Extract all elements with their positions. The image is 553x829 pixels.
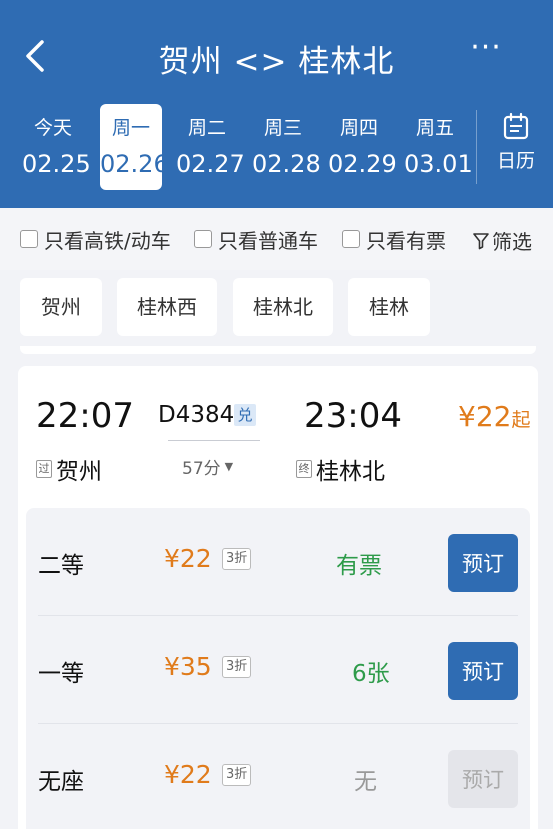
date-value: 02.28 — [252, 150, 321, 178]
filter-button[interactable]: 筛选 — [473, 226, 532, 255]
seat-class: 二等 — [38, 553, 84, 579]
terminal-tag: 终 — [296, 460, 312, 478]
discount-badge: 3折 — [222, 764, 252, 786]
duration-toggle[interactable]: 57分 ▼ — [182, 454, 233, 479]
checkbox-label: 只看普通车 — [218, 228, 318, 253]
checkbox-label: 只看高铁/动车 — [44, 228, 171, 253]
date-item[interactable]: 周四 02.29 — [328, 104, 397, 190]
filter-bar: 只看高铁/动车 只看普通车 只看有票 筛选 — [0, 208, 553, 270]
filter-label: 筛选 — [492, 230, 532, 254]
date-weekday: 周四 — [339, 117, 378, 139]
discount-badge: 3折 — [222, 548, 252, 570]
filter-funnel-icon — [473, 232, 489, 249]
date-selector: 今天 02.25 周一 02.26 周二 02.27 周三 02.28 周四 0… — [14, 104, 474, 190]
calendar-divider — [476, 110, 477, 184]
checkbox-box — [20, 230, 38, 248]
price-from-suffix: 起 — [511, 409, 531, 431]
previous-card-edge — [20, 346, 536, 354]
seat-class: 一等 — [38, 661, 84, 687]
available-only-checkbox[interactable]: 只看有票 — [342, 226, 446, 253]
station-chip-hezhou[interactable]: 贺州 — [20, 278, 102, 336]
seat-row-first-class: 一等 ¥35 3折 6张 预订 — [26, 616, 530, 724]
discount-badge: 3折 — [222, 656, 252, 678]
date-weekday: 周三 — [263, 117, 302, 139]
date-value: 02.26 — [100, 150, 169, 178]
checkbox-box — [342, 230, 360, 248]
date-weekday: 今天 — [33, 117, 72, 139]
date-value: 02.25 — [22, 150, 91, 178]
departure-station: 过 贺州 — [36, 452, 102, 486]
calendar-button[interactable]: 日历 — [486, 112, 546, 184]
calendar-icon — [503, 112, 529, 140]
departure-station-name: 贺州 — [56, 459, 102, 485]
book-button-disabled[interactable]: 预订 — [448, 750, 518, 808]
duration-value: 57分 — [182, 459, 221, 479]
exchange-badge: 兑 — [234, 404, 256, 426]
seat-availability: 无 — [354, 769, 377, 795]
arrival-station-name: 桂林北 — [316, 459, 385, 485]
train-card[interactable]: 22:07 D4384 兑 23:04 ¥22起 过 贺州 57分 ▼ 终 桂林… — [18, 366, 538, 829]
train-route-line — [168, 440, 260, 441]
checkbox-label: 只看有票 — [366, 228, 446, 253]
top-header: 贺州 <> 桂林北 ··· 今天 02.25 周一 02.26 周二 02.27… — [0, 0, 553, 208]
lowest-price-value: ¥22 — [458, 400, 512, 433]
date-value: 03.01 — [404, 150, 473, 178]
book-button[interactable]: 预订 — [448, 642, 518, 700]
seat-row-second-class: 二等 ¥22 3折 有票 预订 — [26, 508, 530, 616]
date-item[interactable]: 周二 02.27 — [176, 104, 245, 190]
date-value: 02.27 — [176, 150, 245, 178]
checkbox-box — [194, 230, 212, 248]
station-chips: 贺州 桂林西 桂林北 桂林 — [0, 270, 553, 348]
seat-class: 无座 — [38, 769, 84, 795]
date-value: 02.29 — [328, 150, 397, 178]
seat-availability: 有票 — [336, 553, 382, 579]
date-weekday: 周一 — [111, 117, 150, 139]
date-weekday: 周二 — [187, 117, 226, 139]
arrival-station: 终 桂林北 — [296, 452, 385, 486]
date-item-selected[interactable]: 周一 02.26 — [100, 104, 169, 190]
seat-row-standing: 无座 ¥22 3折 无 预订 — [26, 724, 530, 829]
more-icon[interactable]: ··· — [466, 30, 506, 70]
date-item[interactable]: 周三 02.28 — [252, 104, 321, 190]
seat-price: ¥22 — [164, 544, 212, 573]
seat-price: ¥35 — [164, 652, 212, 681]
date-weekday: 周五 — [415, 117, 454, 139]
pass-through-tag: 过 — [36, 460, 52, 478]
train-number: D4384 — [158, 402, 235, 428]
date-item[interactable]: 周五 03.01 — [404, 104, 473, 190]
calendar-label: 日历 — [496, 150, 535, 172]
lowest-price: ¥22起 — [458, 400, 530, 433]
arrival-time: 23:04 — [304, 396, 402, 436]
seat-price: ¥22 — [164, 760, 212, 789]
regular-only-checkbox[interactable]: 只看普通车 — [194, 226, 318, 253]
caret-down-icon: ▼ — [224, 460, 234, 473]
high-speed-only-checkbox[interactable]: 只看高铁/动车 — [20, 226, 171, 253]
departure-time: 22:07 — [36, 396, 134, 436]
seat-list: 二等 ¥22 3折 有票 预订 一等 ¥35 3折 6张 预订 无座 ¥22 3… — [26, 508, 530, 829]
seat-availability: 6张 — [352, 661, 390, 687]
date-item-today[interactable]: 今天 02.25 — [22, 104, 91, 190]
book-button[interactable]: 预订 — [448, 534, 518, 592]
station-chip-guilin[interactable]: 桂林 — [348, 278, 430, 336]
station-chip-guilin-west[interactable]: 桂林西 — [117, 278, 217, 336]
station-chip-guilin-north[interactable]: 桂林北 — [233, 278, 333, 336]
